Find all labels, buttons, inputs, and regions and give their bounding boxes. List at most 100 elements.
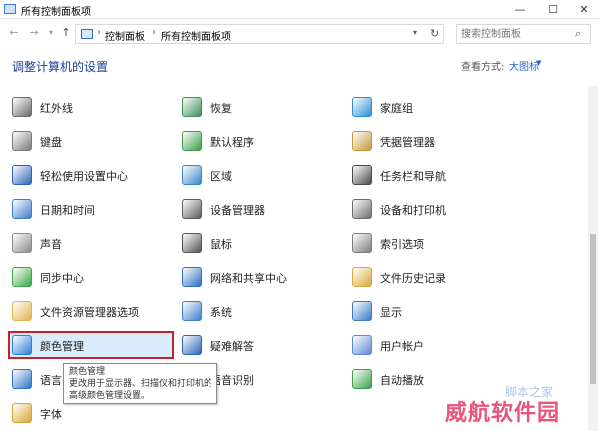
- devices-printers-icon: [352, 199, 372, 219]
- item-infrared[interactable]: 红外线: [12, 95, 172, 121]
- vertical-scrollbar[interactable]: [588, 86, 598, 431]
- sync-center-icon: [12, 267, 32, 287]
- item-credential-manager[interactable]: 凭据管理器: [352, 129, 512, 155]
- item-mouse[interactable]: 鼠标: [182, 231, 342, 257]
- infrared-icon: [12, 97, 32, 117]
- mouse-icon: [182, 233, 202, 253]
- address-bar[interactable]: › 控制面板 › 所有控制面板项 ▾ ↻: [75, 24, 444, 44]
- view-by-label: 查看方式:: [461, 62, 505, 73]
- device-manager-icon: [182, 199, 202, 219]
- item-label: 区域: [210, 170, 232, 183]
- tooltip-description-line2: 高级颜色管理设置。: [69, 391, 151, 401]
- item-label: 同步中心: [40, 272, 84, 285]
- taskbar-icon: [352, 165, 372, 185]
- address-dropdown-icon[interactable]: ▾: [413, 28, 417, 37]
- item-label: 文件资源管理器选项: [40, 306, 139, 319]
- item-label: 语言: [40, 374, 62, 387]
- refresh-icon[interactable]: ↻: [430, 27, 439, 40]
- item-label: 系统: [210, 306, 232, 319]
- recent-locations-dropdown-icon[interactable]: ▾: [44, 26, 58, 40]
- keyboard-icon: [12, 131, 32, 151]
- item-keyboard[interactable]: 键盘: [12, 129, 172, 155]
- control-panel-icon: [81, 29, 93, 39]
- breadcrumb-control-panel[interactable]: 控制面板: [105, 28, 145, 43]
- maximize-button[interactable]: ☐: [537, 0, 569, 19]
- item-ease-of-access[interactable]: 轻松使用设置中心: [12, 163, 172, 189]
- sound-icon: [12, 233, 32, 253]
- item-file-history[interactable]: 文件历史记录: [352, 265, 512, 291]
- item-indexing[interactable]: 索引选项: [352, 231, 512, 257]
- breadcrumb-separator[interactable]: ›: [97, 27, 101, 38]
- item-label: 声音: [40, 238, 62, 251]
- close-button[interactable]: ✕: [568, 0, 600, 19]
- item-recovery[interactable]: 恢复: [182, 95, 342, 121]
- item-troubleshooting[interactable]: 疑难解答: [182, 333, 342, 359]
- item-label: 凭据管理器: [380, 136, 435, 149]
- item-label: 显示: [380, 306, 402, 319]
- date-time-icon: [12, 199, 32, 219]
- credential-manager-icon: [352, 131, 372, 151]
- item-display[interactable]: 显示: [352, 299, 512, 325]
- item-region[interactable]: 区域: [182, 163, 342, 189]
- item-autoplay[interactable]: 自动播放: [352, 367, 512, 393]
- search-input[interactable]: [461, 27, 571, 41]
- item-label: 日期和时间: [40, 204, 95, 217]
- tooltip: 颜色管理 更改用于显示器、扫描仪和打印机的 高级颜色管理设置。: [63, 363, 217, 404]
- item-label: 键盘: [40, 136, 62, 149]
- tooltip-title: 颜色管理: [69, 367, 106, 377]
- item-taskbar[interactable]: 任务栏和导航: [352, 163, 512, 189]
- item-default-programs[interactable]: 默认程序: [182, 129, 342, 155]
- file-history-icon: [352, 267, 372, 287]
- item-device-manager[interactable]: 设备管理器: [182, 197, 342, 223]
- region-icon: [182, 165, 202, 185]
- forward-arrow-icon[interactable]: →: [27, 26, 41, 40]
- item-file-explorer-options[interactable]: 文件资源管理器选项: [12, 299, 172, 325]
- item-label: 自动播放: [380, 374, 424, 387]
- search-icon[interactable]: ⌕: [575, 27, 581, 41]
- address-row: ← → ▾ ↑ › 控制面板 › 所有控制面板项 ▾ ↻ ⌕: [0, 20, 600, 46]
- recovery-icon: [182, 97, 202, 117]
- item-label: 鼠标: [210, 238, 232, 251]
- item-user-accounts[interactable]: 用户帐户: [352, 333, 512, 359]
- item-fonts[interactable]: 字体: [12, 401, 172, 427]
- search-box[interactable]: ⌕: [456, 24, 591, 44]
- scrollbar-thumb[interactable]: [590, 234, 596, 384]
- item-sound[interactable]: 声音: [12, 231, 172, 257]
- display-icon: [352, 301, 372, 321]
- item-label: 设备管理器: [210, 204, 265, 217]
- network-sharing-icon: [182, 267, 202, 287]
- default-programs-icon: [182, 131, 202, 151]
- back-arrow-icon[interactable]: ←: [7, 26, 21, 40]
- item-date-time[interactable]: 日期和时间: [12, 197, 172, 223]
- item-label: 家庭组: [380, 102, 413, 115]
- system-icon: [182, 301, 202, 321]
- item-label: 用户帐户: [380, 340, 424, 353]
- homegroup-icon: [352, 97, 372, 117]
- item-homegroup[interactable]: 家庭组: [352, 95, 512, 121]
- autoplay-icon: [352, 369, 372, 389]
- ease-of-access-icon: [12, 165, 32, 185]
- item-sync-center[interactable]: 同步中心: [12, 265, 172, 291]
- view-by-chevron-icon[interactable]: ▼: [536, 59, 541, 67]
- user-accounts-icon: [352, 335, 372, 355]
- item-label: 红外线: [40, 102, 73, 115]
- item-system[interactable]: 系统: [182, 299, 342, 325]
- item-color-management[interactable]: 颜色管理: [12, 333, 172, 359]
- watermark: 威航软件园: [445, 401, 561, 426]
- item-network-sharing[interactable]: 网络和共享中心: [182, 265, 342, 291]
- item-label: 轻松使用设置中心: [40, 170, 128, 183]
- breadcrumb-separator[interactable]: ›: [152, 27, 156, 38]
- view-by-dropdown[interactable]: 大图标: [509, 58, 539, 73]
- item-label: 颜色管理: [40, 340, 84, 353]
- language-icon: [12, 369, 32, 389]
- item-label: 字体: [40, 408, 62, 421]
- breadcrumb-all-items[interactable]: 所有控制面板项: [161, 28, 231, 43]
- up-arrow-icon[interactable]: ↑: [59, 26, 73, 40]
- troubleshooting-icon: [182, 335, 202, 355]
- minimize-button[interactable]: —: [504, 0, 536, 19]
- item-label: 任务栏和导航: [380, 170, 446, 183]
- item-label: 文件历史记录: [380, 272, 446, 285]
- item-devices-printers[interactable]: 设备和打印机: [352, 197, 512, 223]
- item-label: 设备和打印机: [380, 204, 446, 217]
- indexing-icon: [352, 233, 372, 253]
